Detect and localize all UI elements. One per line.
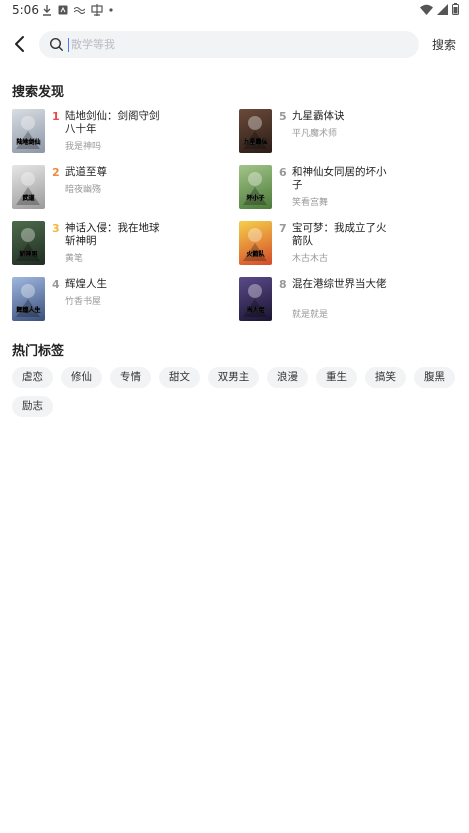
svg-text:辉煌人生: 辉煌人生 (16, 306, 40, 314)
book-title: 混在港综世界当大佬 (292, 278, 387, 290)
book-rank: 5 (279, 110, 287, 123)
search-box[interactable] (39, 31, 419, 58)
hot-tags-title: 热门标签 (12, 344, 65, 359)
book-cover-image: 陆地剑仙 (12, 109, 45, 153)
cover-art-icon: 坏小子 (243, 172, 267, 205)
cover-art-icon: 当大佬 (243, 284, 267, 317)
search-input[interactable] (71, 34, 401, 55)
book-item[interactable]: 斩神明 3 神话入侵：我在地球斩神明黄笔 (12, 221, 212, 267)
status-bar: 5:06 (0, 0, 469, 22)
status-system-icons (420, 3, 459, 15)
tag-chip[interactable]: 搞笑 (365, 367, 406, 388)
book-author: 平凡魔术师 (292, 129, 338, 139)
book-item[interactable]: 九星霸体 5 九星霸体诀平凡魔术师 (239, 109, 439, 155)
download-icon (43, 4, 51, 16)
book-rank: 6 (279, 166, 287, 179)
svg-text:坏小子: 坏小子 (246, 194, 264, 202)
book-rank: 8 (279, 278, 287, 291)
book-rank: 7 (279, 222, 287, 235)
book-cover-image: 武道 (12, 165, 45, 209)
book-cover-image: 斩神明 (12, 221, 45, 265)
tag-chip[interactable]: 励志 (12, 396, 53, 417)
tag-chip[interactable]: 虐恋 (12, 367, 53, 388)
book-title: 宝可梦：我成立了火箭队 (292, 222, 387, 247)
book-author: 笑看宫舞 (292, 198, 329, 208)
tag-chip[interactable]: 浪漫 (267, 367, 308, 388)
book-author: 暗夜幽殇 (65, 185, 102, 195)
cover-art-icon: 武道 (16, 172, 40, 205)
tag-chip[interactable]: 腹黑 (414, 367, 455, 388)
book-author: 就是就是 (292, 310, 329, 320)
wave-icon (74, 6, 85, 14)
book-title: 陆地剑仙：剑阁守剑八十年 (65, 110, 160, 135)
book-rank: 4 (52, 278, 60, 291)
cover-art-icon: 火箭队 (243, 228, 267, 261)
book-item[interactable]: 当大佬 8 混在港综世界当大佬 就是就是 (239, 277, 439, 323)
wifi-icon (420, 4, 433, 15)
book-title: 和神仙女同居的坏小子 (292, 166, 387, 191)
book-author: 黄笔 (65, 254, 84, 264)
svg-text:当大佬: 当大佬 (246, 306, 264, 314)
svg-text:九星霸体: 九星霸体 (242, 138, 268, 146)
book-rank: 2 (52, 166, 60, 179)
svg-text:火箭队: 火箭队 (246, 250, 265, 258)
book-item[interactable]: 辉煌人生 4 辉煌人生 竹香书屋 (12, 277, 212, 323)
book-rank: 1 (52, 110, 60, 123)
app-icon (91, 4, 103, 16)
svg-text:武道: 武道 (22, 194, 34, 202)
book-author: 竹香书屋 (65, 297, 102, 307)
book-cover-image: 当大佬 (239, 277, 272, 321)
svg-text:陆地剑仙: 陆地剑仙 (16, 138, 40, 146)
tag-chip[interactable]: 修仙 (61, 367, 102, 388)
search-icon (49, 37, 63, 51)
book-cover-image: 辉煌人生 (12, 277, 45, 321)
battery-icon (452, 3, 459, 15)
back-arrow-icon[interactable] (8, 32, 32, 56)
cover-art-icon: 辉煌人生 (16, 284, 41, 317)
book-author: 我是神吗 (65, 142, 102, 152)
discovery-title: 搜索发现 (12, 85, 65, 100)
text-caret (68, 38, 69, 52)
cover-art-icon: 陆地剑仙 (16, 116, 41, 149)
tag-chip[interactable]: 双男主 (208, 367, 259, 388)
tag-chip[interactable]: 甜文 (159, 367, 200, 388)
signal-icon (437, 3, 448, 15)
book-title: 武道至尊 (65, 166, 107, 178)
book-item[interactable]: 武道 2 武道至尊暗夜幽殇 (12, 165, 212, 211)
cover-art-icon: 九星霸体 (242, 116, 269, 149)
status-notification-icons (42, 4, 113, 16)
book-cover-image: 九星霸体 (239, 109, 272, 153)
book-title: 神话入侵：我在地球斩神明 (65, 222, 160, 247)
book-title: 辉煌人生 (65, 278, 107, 290)
tag-chip[interactable]: 重生 (316, 367, 357, 388)
book-rank: 3 (52, 222, 60, 235)
tag-chip[interactable]: 专情 (110, 367, 151, 388)
status-time: 5:06 (12, 3, 39, 17)
svg-text:斩神明: 斩神明 (19, 250, 37, 258)
book-item[interactable]: 火箭队 7 宝可梦：我成立了火箭队木古木古 (239, 221, 439, 267)
book-author: 木古木古 (292, 254, 329, 264)
book-title: 九星霸体诀 (292, 110, 345, 122)
book-item[interactable]: 陆地剑仙 1 陆地剑仙：剑阁守剑八十年我是神吗 (12, 109, 212, 155)
search-button[interactable]: 搜索 (432, 36, 456, 53)
dot-icon (109, 8, 113, 12)
book-cover-image: 坏小子 (239, 165, 272, 209)
book-item[interactable]: 坏小子 6 和神仙女同居的坏小子笑看宫舞 (239, 165, 439, 211)
app-badge-icon (58, 5, 68, 15)
book-cover-image: 火箭队 (239, 221, 272, 265)
cover-art-icon: 斩神明 (16, 228, 40, 261)
search-header: 搜索 (0, 28, 469, 60)
